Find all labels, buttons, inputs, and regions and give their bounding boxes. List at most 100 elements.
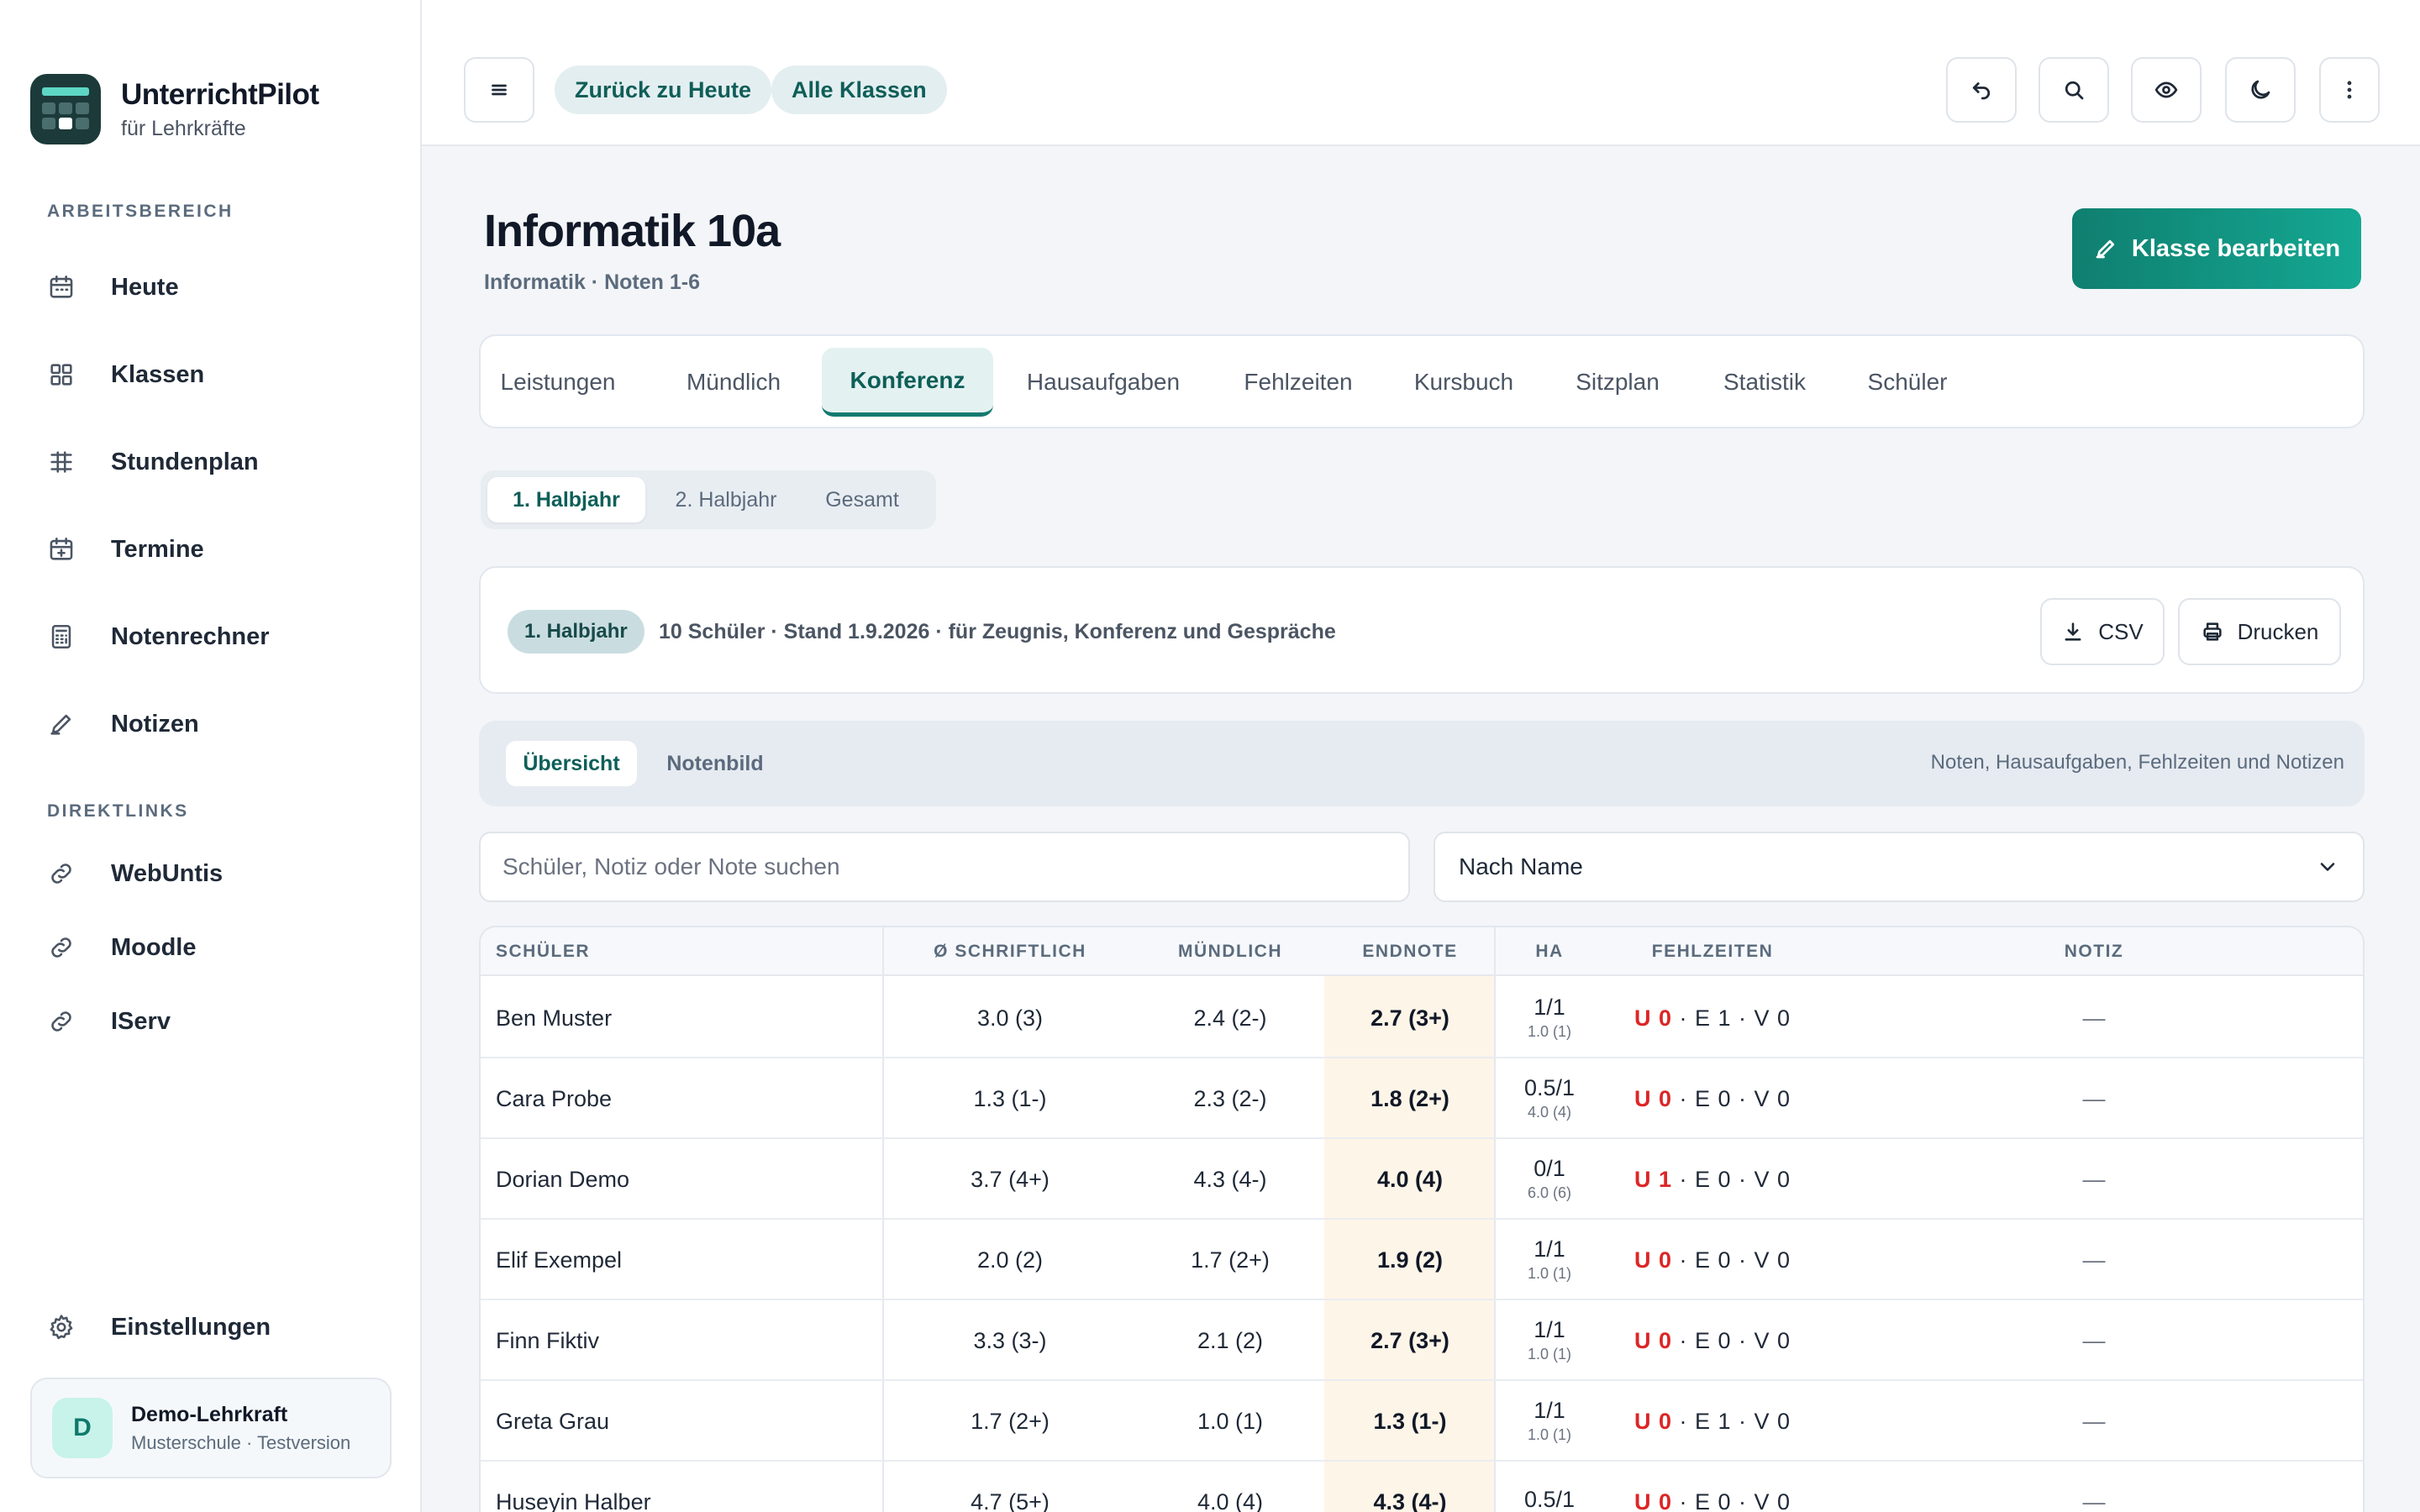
final-grade: 2.7 (3+): [1370, 1005, 1449, 1031]
note-cell[interactable]: —: [1822, 1462, 2363, 1512]
homework-cell: 1/1 1.0 (1): [1496, 1300, 1603, 1381]
tab-kursbuch[interactable]: Kursbuch: [1412, 348, 1516, 417]
student-search-input[interactable]: [479, 832, 1410, 902]
oral-grade: 2.3 (2-): [1193, 1085, 1267, 1111]
note-cell[interactable]: —: [1822, 1300, 2363, 1381]
more-vertical-icon: [2347, 81, 2352, 99]
dark-mode-button[interactable]: [2225, 57, 2296, 123]
homework-ratio: 0/1: [1534, 1156, 1565, 1182]
sidebar-item-termine[interactable]: Termine: [47, 524, 400, 575]
undo-icon: [1972, 82, 1991, 100]
student-name[interactable]: Greta Grau: [496, 1381, 865, 1462]
column-header-final[interactable]: ENDNOTE: [1324, 927, 1496, 976]
brand[interactable]: UnterrichtPilot für Lehrkräfte: [30, 74, 319, 144]
view-overview[interactable]: Übersicht: [506, 741, 637, 786]
final-grade: 1.8 (2+): [1370, 1085, 1449, 1111]
csv-label: CSV: [2098, 618, 2144, 644]
unexcused-count: U 0: [1634, 1408, 1672, 1434]
table-row[interactable]: Huseyin Halber 4.7 (5+) 4.0 (4) 4.3 (4-) 0.5…: [481, 1462, 2363, 1512]
term-first-half[interactable]: 1. Halbjahr: [487, 477, 645, 522]
sidebar-link-iserv[interactable]: IServ: [47, 996, 400, 1047]
column-header-homework[interactable]: HA: [1496, 927, 1603, 976]
tab-schueler[interactable]: Schüler: [1864, 348, 1951, 417]
sidebar: UnterrichtPilot für Lehrkräfte ARBEITSBE…: [0, 0, 422, 1512]
student-name[interactable]: Cara Probe: [496, 1058, 865, 1139]
link-icon: [51, 864, 71, 884]
student-name[interactable]: Huseyin Halber: [496, 1462, 865, 1512]
table-row[interactable]: Elif Exempel 2.0 (2) 1.7 (2+) 1.9 (2) 1/1 1.0…: [481, 1220, 2363, 1300]
final-grade: 1.3 (1-): [1373, 1408, 1447, 1434]
view-grade-picture[interactable]: Notenbild: [645, 741, 785, 786]
topbar: Zurück zu Heute Alle Klassen: [422, 0, 2420, 146]
oral-grade: 1.0 (1): [1197, 1408, 1264, 1434]
edit-class-button[interactable]: Klasse bearbeiten: [2072, 208, 2361, 289]
user-card[interactable]: D Demo-Lehrkraft Musterschule · Testvers…: [30, 1378, 392, 1478]
absences-cell: U 0 · E 0 · V 0: [1603, 1220, 1822, 1300]
unexcused-count: U 1: [1634, 1166, 1672, 1192]
sidebar-item-einstellungen[interactable]: Einstellungen: [47, 1302, 400, 1352]
menu-icon: [492, 84, 507, 96]
csv-export-button[interactable]: CSV: [2040, 598, 2165, 665]
absence-details: · E 1 · V 0: [1679, 1005, 1791, 1031]
tab-fehlzeiten[interactable]: Fehlzeiten: [1244, 348, 1353, 417]
calendar-icon: [50, 275, 73, 298]
sidebar-item-stundenplan[interactable]: Stundenplan: [47, 437, 400, 487]
homework-ratio: 1/1: [1534, 1398, 1565, 1424]
tab-statistik[interactable]: Statistik: [1719, 348, 1810, 417]
all-classes-button[interactable]: Alle Klassen: [771, 66, 947, 114]
oral-grade: 2.4 (2-): [1193, 1005, 1267, 1031]
sidebar-item-notenrechner[interactable]: Notenrechner: [47, 612, 400, 662]
column-header-written[interactable]: Ø SCHRIFTLICH: [884, 927, 1136, 976]
student-name[interactable]: Elif Exempel: [496, 1220, 865, 1300]
absences-cell: U 0 · E 1 · V 0: [1603, 1381, 1822, 1462]
sort-select[interactable]: Nach Name: [1434, 832, 2365, 902]
sidebar-link-webuntis[interactable]: WebUntis: [47, 848, 400, 899]
table-row[interactable]: Greta Grau 1.7 (2+) 1.0 (1) 1.3 (1-) 1/1 1.0 …: [481, 1381, 2363, 1462]
tab-muendlich[interactable]: Mündlich: [681, 348, 786, 417]
term-total[interactable]: Gesamt: [803, 477, 921, 522]
gear-icon: [50, 1315, 73, 1340]
sidebar-item-label: Stundenplan: [111, 448, 259, 475]
search-button[interactable]: [2039, 57, 2109, 123]
undo-button[interactable]: [1946, 57, 2017, 123]
settings-label: Einstellungen: [111, 1313, 271, 1341]
note-cell[interactable]: —: [1822, 1381, 2363, 1462]
tab-sitzplan[interactable]: Sitzplan: [1573, 348, 1662, 417]
absences-cell: U 0 · E 1 · V 0: [1603, 978, 1822, 1058]
written-average: 3.0 (3): [976, 1005, 1044, 1031]
column-header-oral[interactable]: MÜNDLICH: [1136, 927, 1324, 976]
table-row[interactable]: Cara Probe 1.3 (1-) 2.3 (2-) 1.8 (2+) 0.5/1 4…: [481, 1058, 2363, 1139]
more-button[interactable]: [2319, 57, 2380, 123]
table-row[interactable]: Dorian Demo 3.7 (4+) 4.3 (4-) 4.0 (4) 0/1 6.0…: [481, 1139, 2363, 1220]
sidebar-item-klassen[interactable]: Klassen: [47, 349, 400, 400]
student-name[interactable]: Finn Fiktiv: [496, 1300, 865, 1381]
tab-leistungen[interactable]: Leistungen: [501, 348, 616, 417]
sidebar-item-notizen[interactable]: Notizen: [47, 699, 400, 749]
menu-button[interactable]: [464, 57, 534, 123]
search-icon: [2065, 81, 2084, 100]
note-cell[interactable]: —: [1822, 1139, 2363, 1220]
column-header-note[interactable]: NOTIZ: [1822, 927, 2363, 976]
tab-konferenz[interactable]: Konferenz: [822, 348, 993, 417]
column-header-absences[interactable]: FEHLZEITEN: [1603, 927, 1822, 976]
homework-cell: 1/1 1.0 (1): [1496, 1220, 1603, 1300]
term-second-half[interactable]: 2. Halbjahr: [659, 477, 793, 522]
student-name[interactable]: Dorian Demo: [496, 1139, 865, 1220]
preview-button[interactable]: [2131, 57, 2202, 123]
table-row[interactable]: Finn Fiktiv 3.3 (3-) 2.1 (2) 2.7 (3+) 1/1 1.0…: [481, 1300, 2363, 1381]
print-button[interactable]: Drucken: [2178, 598, 2341, 665]
written-average: 1.7 (2+): [971, 1408, 1050, 1434]
note-cell[interactable]: —: [1822, 1220, 2363, 1300]
table-row[interactable]: Ben Muster 3.0 (3) 2.4 (2-) 2.7 (3+) 1/1 1.0 …: [481, 978, 2363, 1058]
student-name[interactable]: Ben Muster: [496, 978, 865, 1058]
written-average: 4.7 (5+): [971, 1488, 1050, 1512]
note-cell[interactable]: —: [1822, 1058, 2363, 1139]
column-header-student[interactable]: SCHÜLER: [496, 927, 748, 976]
final-grade: 4.0 (4): [1376, 1166, 1444, 1192]
back-to-today-button[interactable]: Zurück zu Heute: [555, 66, 772, 114]
sidebar-item-heute[interactable]: Heute: [47, 262, 400, 312]
note-cell[interactable]: —: [1822, 978, 2363, 1058]
view-hint: Noten, Hausaufgaben, Fehlzeiten und Noti…: [1930, 751, 2344, 774]
tab-hausaufgaben[interactable]: Hausaufgaben: [1027, 348, 1180, 417]
sidebar-link-moodle[interactable]: Moodle: [47, 922, 400, 973]
